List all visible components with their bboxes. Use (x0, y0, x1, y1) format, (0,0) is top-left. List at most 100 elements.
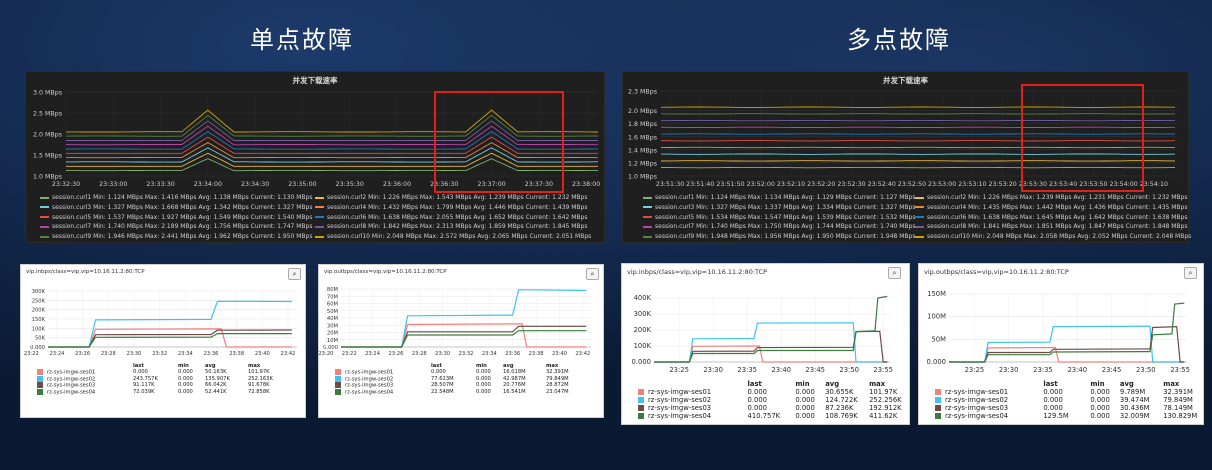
cell-last: 410.757K (747, 412, 781, 420)
legend-item[interactable]: session.curl1 Min: 1.124 MBps Max: 1.416… (40, 193, 312, 203)
legend-stats: Min: 1.948 MBps Max: 1.956 MBps Avg: 1.9… (694, 233, 916, 241)
cell-max: 79.849M (1163, 396, 1193, 404)
x-tick-label: 23:34:30 (241, 181, 269, 188)
y-tick-label: 100M (927, 313, 946, 321)
cell-min: 0.000 (1090, 396, 1110, 404)
cell-last: 129.5M (1043, 412, 1069, 420)
legend-item[interactable]: session.curl4 Min: 1.432 MBps Max: 1.799… (315, 203, 587, 213)
x-tick-label: 23:52:00 (747, 181, 775, 188)
x-tick-label: 23:40 (255, 351, 270, 357)
chart-legend: session.curl1 Min: 1.124 MBps Max: 1.134… (643, 193, 1191, 242)
x-tick-label: 23:36 (204, 351, 219, 357)
y-tick-label: 150K (32, 317, 46, 323)
series-line (949, 302, 1185, 363)
y-tick-label: 30M (327, 323, 338, 329)
legend-item[interactable]: session.curl5 Min: 1.534 MBps Max: 1.547… (643, 213, 915, 223)
stats-table: last min avg max rz-sys-imgw-ses01 0.000 0.000… (638, 380, 909, 420)
legend-item[interactable]: session.curl3 Min: 1.327 MBps Max: 1.337… (643, 203, 915, 213)
series-line (654, 295, 888, 363)
row-series-cell: rz-sys-imgw-ses02 (638, 396, 748, 404)
legend-item[interactable]: session.curl10 Min: 2.048 MBps Max: 2.05… (915, 232, 1191, 242)
table-row: rz-sys-imgw-ses04 22.548M 0.000 16.541M 23.0… (335, 388, 586, 395)
x-tick-label: 23:32:30 (52, 181, 80, 188)
x-tick-label: 23:25 (965, 366, 985, 374)
legend-item[interactable]: session.curl2 Min: 1.226 MBps Max: 1.543… (315, 193, 587, 203)
cell-max: 192.912K (869, 404, 902, 412)
legend-swatch (915, 225, 924, 228)
legend-item[interactable]: session.curl6 Min: 1.638 MBps Max: 1.645… (915, 213, 1187, 223)
cell-max: 252.256K (869, 396, 902, 404)
x-tick-label: 23:38:00 (572, 181, 600, 188)
y-tick-label: 0.000 (927, 358, 946, 366)
legend-item[interactable]: session.curl8 Min: 1.842 MBps Max: 2.313… (315, 222, 587, 232)
x-tick-label: 23:55 (1170, 366, 1190, 374)
legend-series-name: session.curl10 (927, 233, 970, 241)
x-tick-label: 23:40 (552, 351, 567, 357)
y-tick-label: 200K (634, 326, 652, 334)
y-tick-label: 2.0 MBps (33, 132, 62, 139)
legend-item[interactable]: session.curl3 Min: 1.327 MBps Max: 1.668… (40, 203, 312, 213)
column-header: last (1043, 380, 1058, 388)
legend-item[interactable]: session.curl5 Min: 1.537 MBps Max: 1.927… (40, 213, 312, 223)
x-tick-label: 23:34:00 (194, 181, 222, 188)
cell-avg: 9.789M (1119, 388, 1146, 396)
legend-item[interactable]: session.curl7 Min: 1.740 MBps Max: 1.750… (643, 222, 915, 232)
legend-series-name: session.curl10 (327, 233, 370, 241)
cell-avg: 39.474M (1119, 396, 1150, 404)
y-tick-label: 100K (32, 326, 46, 332)
y-tick-label: 0.000 (323, 345, 338, 351)
legend-stats: Min: 2.048 MBps Max: 2.058 MBps Avg: 2.0… (970, 233, 1192, 241)
cell-min: 0.000 (795, 388, 815, 396)
series-line (654, 322, 888, 363)
row-series-cell: rz-sys-imgw-ses04 (638, 412, 748, 420)
legend-item[interactable]: session.curl4 Min: 1.435 MBps Max: 1.442… (915, 203, 1187, 213)
legend-stats: Min: 1.842 MBps Max: 2.313 MBps Avg: 1.8… (366, 223, 588, 231)
row-series-cell: rz-sys-imgw-ses01 (935, 388, 1043, 396)
legend-stats: Min: 1.638 MBps Max: 1.645 MBps Avg: 1.6… (966, 213, 1188, 221)
cell-max: 72.858K (248, 388, 270, 395)
cell-avg: 30.436M (1119, 404, 1150, 412)
legend-item[interactable]: session.curl6 Min: 1.638 MBps Max: 2.055… (315, 213, 587, 223)
legend-series-name: session.curl2 (927, 194, 967, 201)
y-tick-label: 0.000 (30, 345, 45, 351)
table-row: rz-sys-imgw-ses04 410.757K 0.000 108.769K 41… (638, 412, 909, 420)
cell-avg: 87.236K (825, 404, 854, 412)
cell-max: 130.829M (1163, 412, 1198, 420)
line-chart-inbps: 0.000 100K 200K 300K 400K 23:25 23:30 23:35 23:4… (632, 294, 893, 374)
y-tick-label: 3.0 MBps (33, 90, 62, 97)
legend-series-name: session.curl4 (927, 203, 967, 211)
legend-stats: Min: 1.435 MBps Max: 1.442 MBps Avg: 1.4… (966, 203, 1188, 211)
cell-avg: 124.722K (825, 396, 858, 404)
x-tick-label: 23:51:40 (686, 181, 714, 188)
legend-series-name: session.curl3 (655, 203, 695, 211)
legend-item[interactable]: session.curl9 Min: 1.948 MBps Max: 1.956… (643, 232, 915, 242)
legend-item[interactable]: session.curl9 Min: 1.946 MBps Max: 2.441… (40, 232, 312, 242)
x-tick-label: 23:42 (281, 351, 296, 357)
legend-item[interactable]: session.curl1 Min: 1.124 MBps Max: 1.134… (643, 193, 915, 203)
legend-item[interactable]: session.curl10 Min: 2.048 MBps Max: 2.57… (315, 232, 591, 242)
line-chart-outbps: 0.00010M20M 30M40M50M60M 70M80M 23:20 23:22 2… (318, 287, 591, 357)
cell-avg: 30.655K (825, 388, 854, 396)
legend-item[interactable]: session.curl7 Min: 1.740 MBps Max: 2.189… (40, 222, 312, 232)
stats-table: last min avg max rz-sys-imgw-ses01 0.000 0.000… (935, 380, 1203, 420)
y-tick-label: 150M (927, 290, 946, 298)
x-tick-label: 23:50 (1136, 366, 1156, 374)
cell-last: 22.548M (431, 388, 454, 395)
x-tick-label: 23:52:10 (777, 181, 805, 188)
x-tick-label: 23:22 (24, 351, 39, 357)
legend-item[interactable]: session.curl2 Min: 1.226 MBps Max: 1.239… (915, 193, 1187, 203)
cell-min: 0.000 (1090, 388, 1110, 396)
x-tick-label: 23:34 (482, 351, 498, 357)
x-tick-label: 23:26 (388, 351, 403, 357)
cell-last: 0.000 (747, 404, 768, 412)
legend-series-name: session.curl5 (52, 213, 92, 221)
x-tick-label: 23:45 (805, 366, 825, 374)
x-tick-label: 23:45 (1102, 366, 1122, 374)
y-tick-label: 300K (634, 310, 652, 318)
legend-item[interactable]: session.curl8 Min: 1.841 MBps Max: 1.851… (915, 222, 1187, 232)
table-row: rz-sys-imgw-ses03 0.000 0.000 30.436M 78.149… (935, 404, 1203, 412)
series-swatch (37, 369, 43, 375)
series-name: rz-sys-imgw-ses01 (945, 388, 1009, 396)
cell-last: 0.000 (747, 388, 768, 396)
legend-series-name: session.curl4 (327, 203, 367, 211)
